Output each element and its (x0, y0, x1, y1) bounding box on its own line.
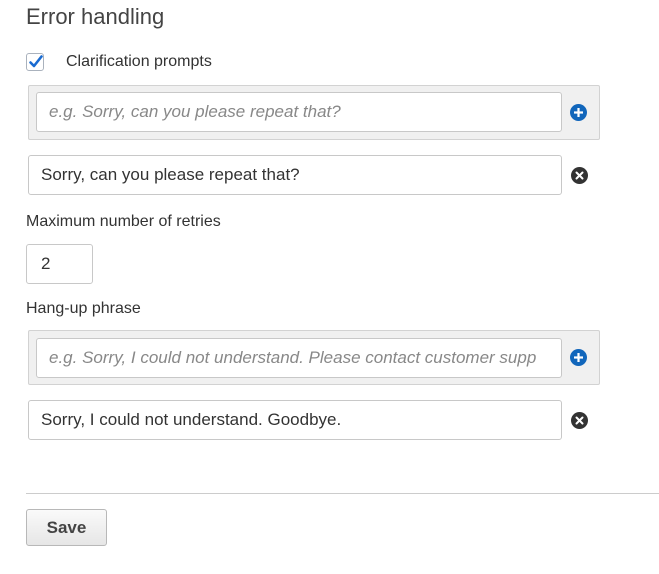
max-retries-input[interactable]: 2 (26, 244, 93, 284)
clarification-prompt-placeholder: e.g. Sorry, can you please repeat that? (49, 102, 341, 121)
max-retries-value: 2 (41, 254, 51, 273)
hangup-phrase-text: Sorry, I could not understand. Goodbye. (41, 410, 342, 429)
plus-circle-icon (570, 349, 587, 366)
clarification-add-well: e.g. Sorry, can you please repeat that? (28, 85, 600, 140)
save-button[interactable]: Save (26, 509, 107, 546)
remove-hangup-button[interactable] (571, 412, 588, 429)
hangup-phrase-item[interactable]: Sorry, I could not understand. Goodbye. (28, 400, 562, 440)
clarification-prompt-item[interactable]: Sorry, can you please repeat that? (28, 155, 562, 195)
hangup-add-well: e.g. Sorry, I could not understand. Plea… (28, 330, 600, 385)
hangup-phrase-input[interactable]: e.g. Sorry, I could not understand. Plea… (36, 338, 562, 378)
plus-circle-icon (570, 104, 587, 121)
clarification-prompt-text: Sorry, can you please repeat that? (41, 165, 300, 184)
clarification-prompt-input[interactable]: e.g. Sorry, can you please repeat that? (36, 92, 562, 132)
add-hangup-button[interactable] (570, 349, 587, 366)
clarification-prompts-label: Clarification prompts (66, 53, 212, 70)
hangup-phrase-label: Hang-up phrase (26, 300, 141, 317)
max-retries-label: Maximum number of retries (26, 213, 221, 230)
x-circle-icon (571, 412, 588, 429)
hangup-phrase-placeholder: e.g. Sorry, I could not understand. Plea… (49, 348, 537, 367)
section-title: Error handling (26, 4, 165, 29)
checkmark-icon (29, 55, 43, 68)
remove-clarification-button[interactable] (571, 167, 588, 184)
clarification-prompts-checkbox[interactable] (26, 53, 44, 71)
add-clarification-button[interactable] (570, 104, 587, 121)
x-circle-icon (571, 167, 588, 184)
footer-divider (26, 493, 659, 494)
